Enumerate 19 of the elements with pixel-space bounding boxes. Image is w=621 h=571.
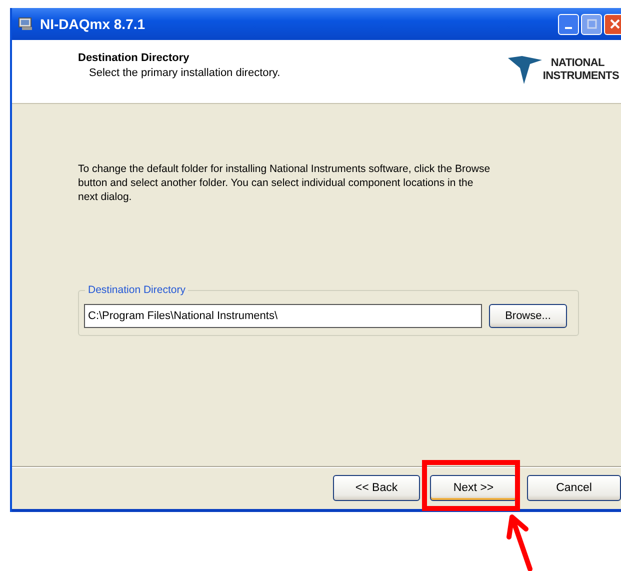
instructions-text: To change the default folder for installing National Instruments software, click the Browse button and select another folder. You can select individual component locations in the next dialog. — [78, 162, 492, 204]
close-button[interactable] — [604, 14, 621, 34]
maximize-button[interactable] — [581, 14, 602, 34]
minimize-icon — [565, 26, 572, 28]
wizard-button[interactable]: Next >> — [430, 475, 517, 501]
logo-text: INSTRUMENTS — [542, 70, 619, 82]
minimize-button[interactable] — [558, 14, 579, 34]
path-field[interactable]: C:\Program Files\National Instruments\ — [84, 304, 482, 328]
app-icon — [18, 17, 34, 31]
window-title: NI-DAQmx 8.7.1 — [40, 16, 146, 32]
wizard-button[interactable]: << Back — [333, 475, 420, 501]
maximize-icon — [586, 19, 596, 29]
group-label: Destination Directory — [85, 284, 188, 296]
page-title: Destination Directory — [78, 52, 190, 64]
page-subtitle: Select the primary installation directory. — [88, 67, 280, 79]
logo-text: NATIONAL — [550, 56, 606, 70]
close-icon — [610, 19, 620, 29]
browse-button[interactable]: Browse... — [489, 304, 567, 328]
wizard-button[interactable]: Cancel — [527, 475, 621, 501]
